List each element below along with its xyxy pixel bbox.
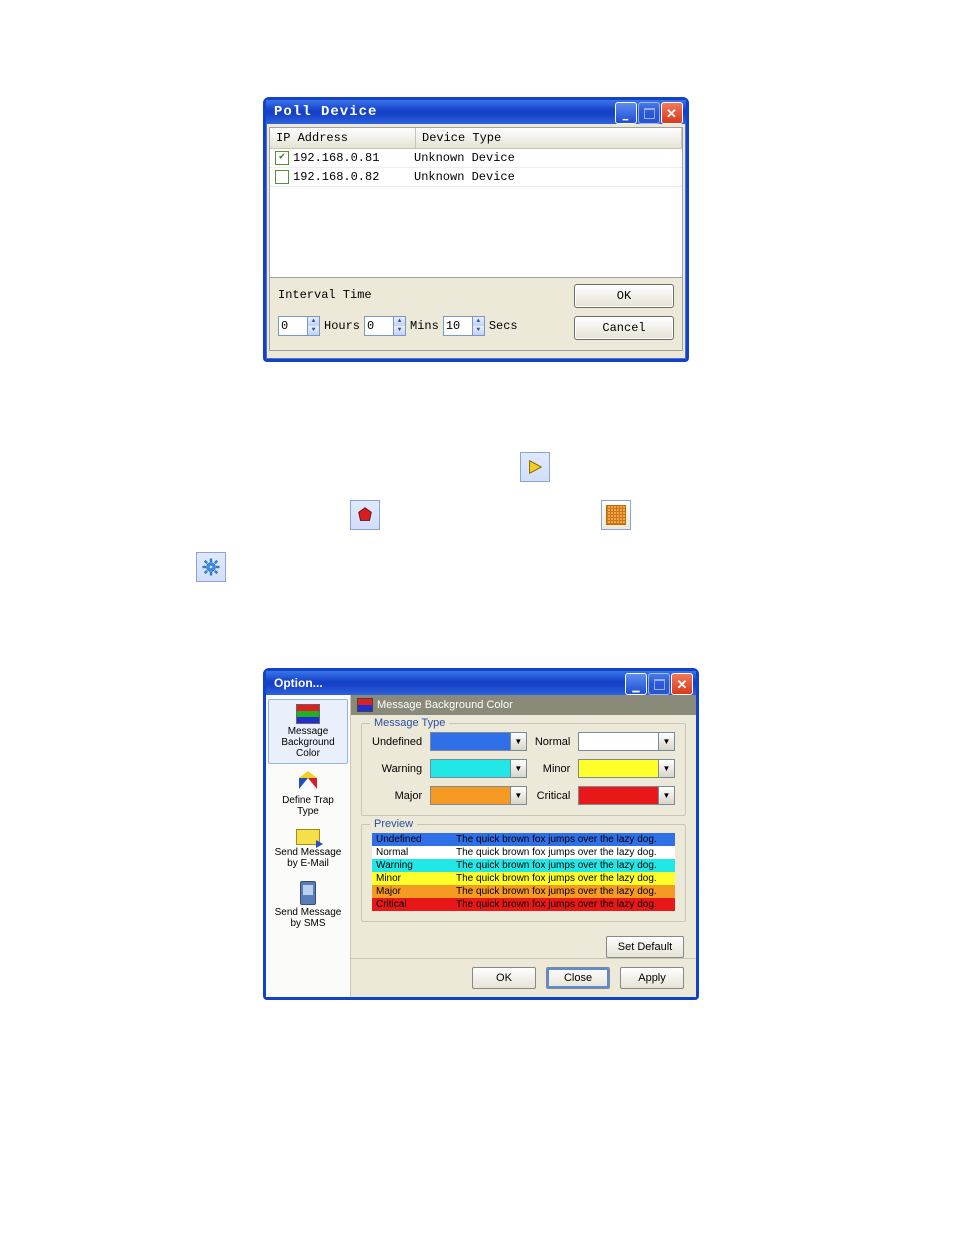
sidebar-item-label: Define Trap Type [282,795,334,817]
grid-icon[interactable] [601,500,631,530]
option-titlebar[interactable]: Option... ▁ ✕ [266,671,696,695]
sidebar-item-email[interactable]: Send Message by E-Mail [268,824,348,874]
preview-row-text: The quick brown fox jumps over the lazy … [452,846,675,859]
sidebar-item-trap[interactable]: Define Trap Type [268,766,348,822]
hours-input[interactable] [279,317,307,335]
table-row[interactable]: 192.168.0.82 Unknown Device [270,168,682,187]
poll-titlebar[interactable]: Poll Device ▁ ✕ [266,100,686,124]
chevron-down-icon: ▼ [510,760,526,777]
undefined-color-combo[interactable]: ▼ [430,732,527,751]
row-checkbox[interactable] [275,151,289,165]
row-ip: 192.168.0.82 [293,170,379,184]
interval-time-label: Interval Time [278,288,574,302]
mins-input[interactable] [365,317,393,335]
sidebar-item-bgcolor[interactable]: Message Background Color [268,699,348,764]
chevron-down-icon: ▼ [658,760,674,777]
minimize-button[interactable]: ▁ [625,673,647,695]
mins-up[interactable]: ▲ [393,317,405,326]
row-type: Unknown Device [408,170,682,184]
poll-device-dialog: Poll Device ▁ ✕ IP Address Device Type 1… [263,97,689,362]
gear-icon[interactable] [196,552,226,582]
minimize-button[interactable]: ▁ [615,102,637,124]
mins-spinner[interactable]: ▲▼ [364,316,406,336]
secs-down[interactable]: ▼ [472,326,484,335]
phone-icon [300,881,316,905]
play-icon[interactable] [520,452,550,482]
preview-row-text: The quick brown fox jumps over the lazy … [452,898,675,911]
undefined-label: Undefined [372,736,422,748]
mail-icon [296,829,320,845]
preview-row-label: Minor [372,872,452,885]
preview-table: UndefinedThe quick brown fox jumps over … [372,833,675,911]
hours-down[interactable]: ▼ [307,326,319,335]
preview-row-label: Critical [372,898,452,911]
row-type: Unknown Device [408,151,682,165]
ok-button[interactable]: OK [472,967,536,989]
preview-row-label: Normal [372,846,452,859]
preview-row-text: The quick brown fox jumps over the lazy … [452,833,675,846]
sidebar-item-label: Send Message by E-Mail [275,847,342,869]
color-swatch-icon [296,704,320,724]
row-checkbox[interactable] [275,170,289,184]
minor-label: Minor [535,763,570,775]
warning-label: Warning [372,763,422,775]
preview-row-label: Major [372,885,452,898]
set-default-button[interactable]: Set Default [606,936,684,958]
chevron-down-icon: ▼ [510,787,526,804]
secs-up[interactable]: ▲ [472,317,484,326]
maximize-button [648,673,670,695]
col-device-type[interactable]: Device Type [416,128,682,149]
color-swatch-icon [357,698,373,712]
normal-color-combo[interactable]: ▼ [578,732,675,751]
group-label: Preview [370,818,417,830]
close-button[interactable]: ✕ [671,673,693,695]
preview-row-text: The quick brown fox jumps over the lazy … [452,885,675,898]
device-list: IP Address Device Type 192.168.0.81 Unkn… [269,127,683,278]
sidebar-item-label: Send Message by SMS [275,907,342,929]
cancel-button[interactable]: Cancel [574,316,674,340]
major-color-combo[interactable]: ▼ [430,786,527,805]
mins-label: Mins [410,319,439,333]
col-ip-address[interactable]: IP Address [270,128,416,149]
preview-row-text: The quick brown fox jumps over the lazy … [452,872,675,885]
preview-group: Preview UndefinedThe quick brown fox jum… [361,824,686,922]
row-ip: 192.168.0.81 [293,151,379,165]
hours-spinner[interactable]: ▲▼ [278,316,320,336]
table-row[interactable]: 192.168.0.81 Unknown Device [270,149,682,168]
chevron-down-icon: ▼ [658,787,674,804]
secs-input[interactable] [444,317,472,335]
panel-title: Message Background Color [351,695,696,715]
preview-row-text: The quick brown fox jumps over the lazy … [452,859,675,872]
minor-color-combo[interactable]: ▼ [578,759,675,778]
normal-label: Normal [535,736,570,748]
stop-icon[interactable] [350,500,380,530]
group-label: Message Type [370,717,449,729]
preview-row-label: Warning [372,859,452,872]
hours-label: Hours [324,319,360,333]
option-dialog: Option... ▁ ✕ Message Background Color D… [263,668,699,1000]
maximize-button [638,102,660,124]
cube-icon [297,771,319,793]
close-button[interactable]: Close [546,967,610,989]
sidebar-item-sms[interactable]: Send Message by SMS [268,876,348,934]
close-button[interactable]: ✕ [661,102,683,124]
secs-spinner[interactable]: ▲▼ [443,316,485,336]
secs-label: Secs [489,319,518,333]
apply-button[interactable]: Apply [620,967,684,989]
option-title: Option... [274,676,323,690]
critical-label: Critical [535,790,570,802]
warning-color-combo[interactable]: ▼ [430,759,527,778]
option-sidebar: Message Background Color Define Trap Typ… [266,695,351,997]
chevron-down-icon: ▼ [658,733,674,750]
major-label: Major [372,790,422,802]
chevron-down-icon: ▼ [510,733,526,750]
ok-button[interactable]: OK [574,284,674,308]
hours-up[interactable]: ▲ [307,317,319,326]
sidebar-item-label: Message Background Color [281,726,334,759]
poll-title: Poll Device [274,104,377,120]
message-type-group: Message Type Undefined ▼ Normal ▼ Warnin… [361,723,686,816]
critical-color-combo[interactable]: ▼ [578,786,675,805]
preview-row-label: Undefined [372,833,452,846]
mins-down[interactable]: ▼ [393,326,405,335]
